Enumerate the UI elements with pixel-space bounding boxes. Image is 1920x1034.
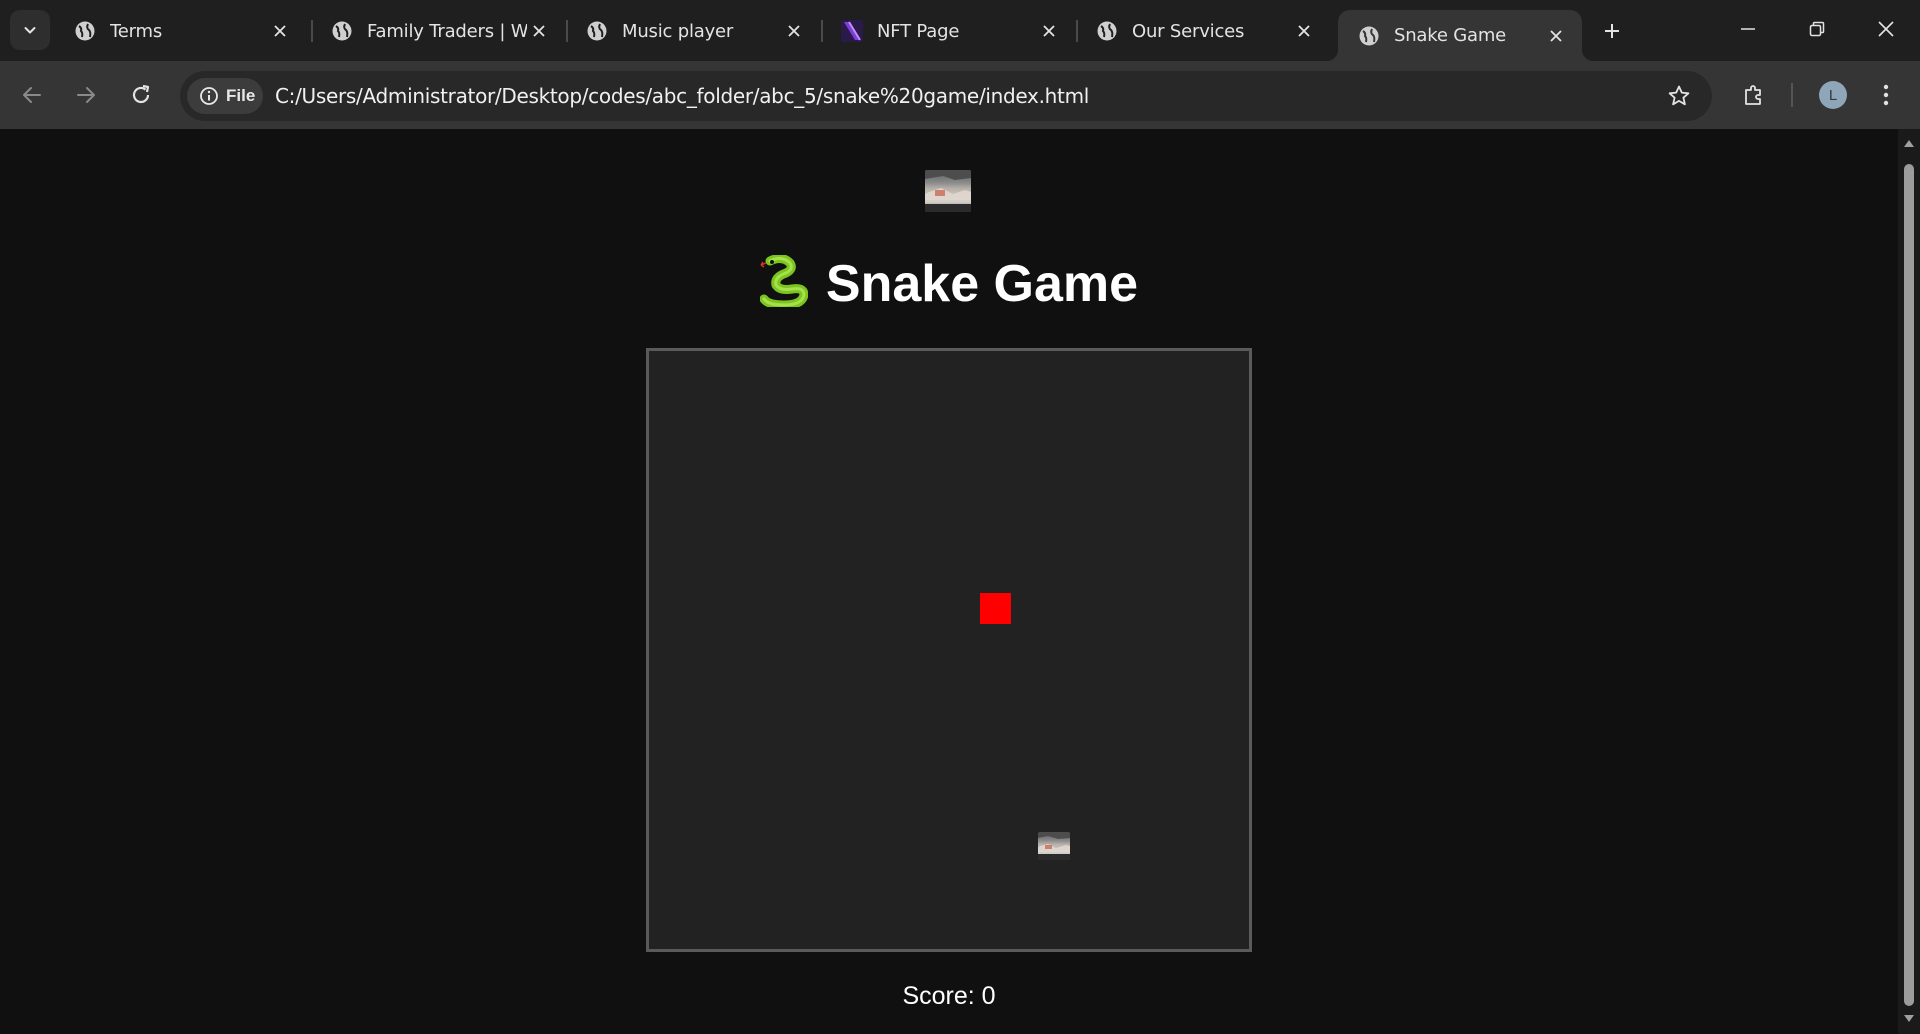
- close-icon[interactable]: [268, 19, 292, 43]
- globe-icon: [1096, 20, 1118, 42]
- triangle-down-icon: [1904, 1015, 1914, 1022]
- arrow-left-icon: [23, 87, 41, 103]
- reload-button[interactable]: [121, 75, 161, 115]
- forward-button[interactable]: [66, 75, 106, 115]
- title-text: Snake Game: [825, 255, 1139, 313]
- tab-title: Music player: [622, 20, 734, 42]
- page-viewport: Snake Game Score: 0: [0, 129, 1898, 1034]
- food-block: [980, 593, 1011, 624]
- browser-menu-button[interactable]: [1866, 75, 1906, 115]
- plus-icon: [1605, 24, 1619, 38]
- star-icon: [1668, 85, 1690, 106]
- globe-icon: [331, 20, 353, 42]
- snake-image: [1038, 832, 1070, 860]
- tab-nft-page[interactable]: NFT Page: [821, 10, 1075, 52]
- close-window-button[interactable]: [1851, 0, 1920, 58]
- tab-our-services[interactable]: Our Services: [1076, 10, 1330, 52]
- site-info-chip[interactable]: File: [187, 78, 263, 114]
- profile-button[interactable]: L: [1813, 75, 1853, 115]
- address-bar[interactable]: File C:/Users/Administrator/Desktop/code…: [180, 71, 1712, 121]
- tab-strip: Terms Family Traders | Wi Music player N…: [0, 0, 1920, 61]
- info-icon: [199, 86, 219, 106]
- tab-title: Family Traders | Wi: [367, 20, 527, 42]
- tab-title: Terms: [110, 20, 163, 42]
- browser-toolbar: File C:/Users/Administrator/Desktop/code…: [0, 61, 1920, 129]
- header-image: [925, 170, 971, 212]
- page-scrollbar[interactable]: [1898, 129, 1920, 1034]
- tab-snake-game[interactable]: Snake Game: [1326, 10, 1594, 61]
- tab-title: Snake Game: [1394, 25, 1507, 46]
- snake-icon: [759, 253, 809, 320]
- extensions-button[interactable]: [1734, 75, 1774, 115]
- scrollbar-thumb[interactable]: [1904, 164, 1914, 1006]
- tab-terms[interactable]: Terms: [54, 10, 306, 52]
- globe-icon: [586, 20, 608, 42]
- minimize-icon: [1741, 28, 1755, 30]
- score-display: Score: 0: [902, 982, 996, 1010]
- close-icon[interactable]: [1544, 24, 1568, 48]
- back-button[interactable]: [12, 75, 52, 115]
- restore-button[interactable]: [1782, 0, 1852, 58]
- tab-music-player[interactable]: Music player: [566, 10, 820, 52]
- avatar: L: [1819, 81, 1847, 109]
- triangle-up-icon: [1904, 140, 1914, 147]
- toolbar-divider: [1791, 83, 1793, 107]
- restore-icon: [1809, 21, 1825, 37]
- tab-title: Our Services: [1132, 20, 1245, 42]
- tab-title: NFT Page: [877, 20, 960, 42]
- close-icon: [1878, 21, 1894, 37]
- puzzle-icon: [1745, 85, 1761, 105]
- arrow-right-icon: [77, 87, 95, 103]
- kebab-menu-icon: [1883, 84, 1889, 106]
- globe-icon: [1358, 25, 1380, 47]
- nft-favicon-icon: [841, 20, 863, 42]
- new-tab-button[interactable]: [1596, 15, 1628, 47]
- close-icon[interactable]: [527, 19, 551, 43]
- tab-family-traders[interactable]: Family Traders | Wi: [311, 10, 565, 52]
- close-icon[interactable]: [1037, 19, 1061, 43]
- site-info-label: File: [226, 86, 256, 105]
- chevron-down-icon: [24, 27, 36, 34]
- url-text[interactable]: C:/Users/Administrator/Desktop/codes/abc…: [275, 84, 1089, 108]
- bookmark-star-button[interactable]: [1666, 83, 1692, 109]
- close-icon[interactable]: [782, 19, 806, 43]
- tab-search-button[interactable]: [10, 10, 50, 50]
- reload-icon: [132, 84, 150, 104]
- game-board-canvas[interactable]: [646, 348, 1252, 952]
- close-icon[interactable]: [1292, 19, 1316, 43]
- scroll-down-arrow[interactable]: [1903, 1013, 1915, 1025]
- scroll-up-arrow[interactable]: [1903, 137, 1915, 149]
- minimize-button[interactable]: [1713, 0, 1783, 58]
- globe-icon: [74, 20, 96, 42]
- page-title: Snake Game: [0, 253, 1898, 320]
